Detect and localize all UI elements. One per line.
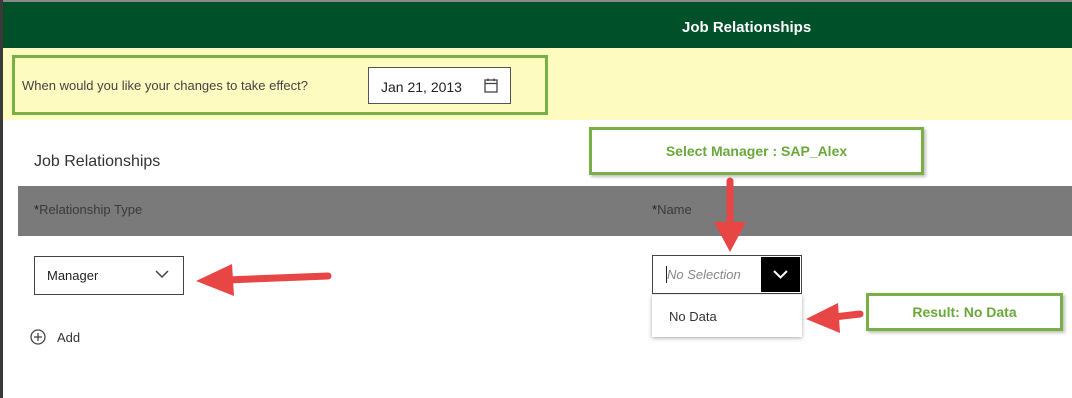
add-label: Add bbox=[57, 330, 81, 345]
column-header-relationship-type: *Relationship Type bbox=[34, 202, 142, 217]
chevron-down-icon bbox=[773, 270, 788, 279]
relationship-type-value: Manager bbox=[47, 268, 99, 283]
effective-date-picker[interactable]: Jan 21, 2013 bbox=[368, 67, 511, 104]
page-header: Job Relationships bbox=[3, 0, 1072, 48]
column-header-name: *Name bbox=[652, 202, 692, 217]
text-cursor bbox=[666, 266, 667, 283]
arrow-to-relationship-type bbox=[196, 264, 332, 296]
name-dropdown-button[interactable] bbox=[761, 257, 800, 292]
arrow-to-dropdown-result bbox=[806, 303, 864, 333]
name-dropdown-list: No Data bbox=[652, 295, 802, 337]
calendar-icon[interactable] bbox=[484, 78, 498, 93]
chevron-down-icon bbox=[155, 270, 169, 279]
add-circle-icon bbox=[30, 329, 46, 345]
dropdown-item-no-data: No Data bbox=[669, 309, 717, 324]
column-label: Relationship Type bbox=[39, 202, 143, 217]
name-input[interactable] bbox=[654, 257, 773, 292]
relationship-type-select[interactable]: Manager bbox=[34, 256, 184, 295]
effective-date-value: Jan 21, 2013 bbox=[381, 79, 462, 95]
annotation-select-manager: Select Manager : SAP_Alex bbox=[589, 127, 924, 175]
table-header bbox=[18, 186, 1072, 236]
column-label: Name bbox=[657, 202, 692, 217]
page-title: Job Relationships bbox=[682, 19, 812, 36]
name-combobox[interactable] bbox=[652, 255, 802, 294]
effective-date-question: When would you like your changes to take… bbox=[22, 78, 308, 93]
annotation-result: Result: No Data bbox=[866, 293, 1063, 331]
section-title: Job Relationships bbox=[34, 153, 161, 170]
